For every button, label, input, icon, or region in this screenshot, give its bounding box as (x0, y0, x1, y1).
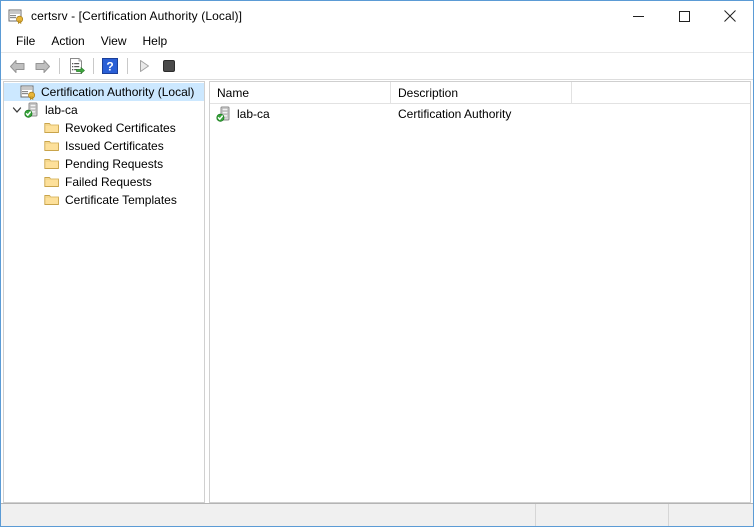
status-bar (1, 503, 753, 526)
minimize-button[interactable] (615, 1, 661, 31)
back-button[interactable] (5, 55, 29, 77)
tree-node-label: Pending Requests (65, 157, 164, 171)
start-service-button[interactable] (132, 55, 156, 77)
toolbar-separator (93, 58, 94, 74)
help-button[interactable]: ? (98, 55, 122, 77)
cell-name: lab-ca (210, 106, 391, 122)
status-message (1, 504, 536, 526)
menu-action[interactable]: Action (43, 32, 92, 51)
tree-node-pending-requests[interactable]: Pending Requests (4, 155, 204, 173)
tree-node-label: Revoked Certificates (65, 121, 176, 135)
result-list-pane: Name Description lab-ca Certification Au… (209, 81, 751, 503)
folder-icon (44, 192, 60, 208)
close-button[interactable] (707, 1, 753, 31)
stop-service-button[interactable] (157, 55, 181, 77)
folder-icon (44, 156, 60, 172)
title-bar: certsrv - [Certification Authority (Loca… (1, 1, 753, 31)
tree-expander-placeholder (6, 84, 20, 100)
caption-button-group (615, 1, 753, 31)
certsrv-window: certsrv - [Certification Authority (Loca… (0, 0, 754, 527)
tool-bar: ? (1, 53, 753, 80)
tree-node-failed-requests[interactable]: Failed Requests (4, 173, 204, 191)
tree-node-certificate-templates[interactable]: Certificate Templates (4, 191, 204, 209)
forward-button[interactable] (30, 55, 54, 77)
toolbar-separator (127, 58, 128, 74)
console-tree: Certification Authority (Local) lab-ca R… (4, 82, 204, 209)
console-tree-pane: Certification Authority (Local) lab-ca R… (3, 81, 205, 503)
menu-file[interactable]: File (8, 32, 43, 51)
tree-node-certification-authority-local[interactable]: Certification Authority (Local) (4, 83, 204, 101)
svg-text:?: ? (106, 60, 113, 74)
cell-description: Certification Authority (398, 106, 512, 121)
cell-name-label: lab-ca (237, 106, 270, 121)
list-body: lab-ca Certification Authority (210, 104, 750, 502)
chevron-down-icon[interactable] (10, 102, 24, 118)
folder-icon (44, 120, 60, 136)
console-root-icon (20, 84, 36, 100)
window-title: certsrv - [Certification Authority (Loca… (31, 9, 243, 23)
folder-icon (44, 138, 60, 154)
toolbar-separator (59, 58, 60, 74)
tree-node-label: Failed Requests (65, 175, 152, 189)
maximize-button[interactable] (661, 1, 707, 31)
ca-server-running-icon (24, 102, 40, 118)
ca-server-running-icon (216, 106, 232, 122)
tree-node-revoked-certificates[interactable]: Revoked Certificates (4, 119, 204, 137)
menu-bar: File Action View Help (1, 31, 753, 53)
column-header-filler (572, 82, 750, 103)
column-header-description[interactable]: Description (391, 82, 572, 103)
tree-node-label: Certification Authority (Local) (41, 85, 195, 99)
list-column-headers: Name Description (210, 82, 750, 104)
status-pane-tertiary (669, 504, 753, 526)
tree-node-issued-certificates[interactable]: Issued Certificates (4, 137, 204, 155)
tree-node-label: Certificate Templates (65, 193, 177, 207)
folder-icon (44, 174, 60, 190)
menu-view[interactable]: View (93, 32, 135, 51)
console-panes: Certification Authority (Local) lab-ca R… (1, 80, 753, 503)
table-row[interactable]: lab-ca Certification Authority (210, 104, 750, 123)
column-header-name[interactable]: Name (210, 82, 391, 103)
status-pane-secondary (536, 504, 669, 526)
tree-node-label: Issued Certificates (65, 139, 164, 153)
tree-node-lab-ca[interactable]: lab-ca (4, 101, 204, 119)
certification-authority-console-icon (8, 8, 24, 24)
menu-help[interactable]: Help (135, 32, 176, 51)
show-console-tree-button[interactable] (64, 55, 88, 77)
tree-node-label: lab-ca (45, 103, 78, 117)
